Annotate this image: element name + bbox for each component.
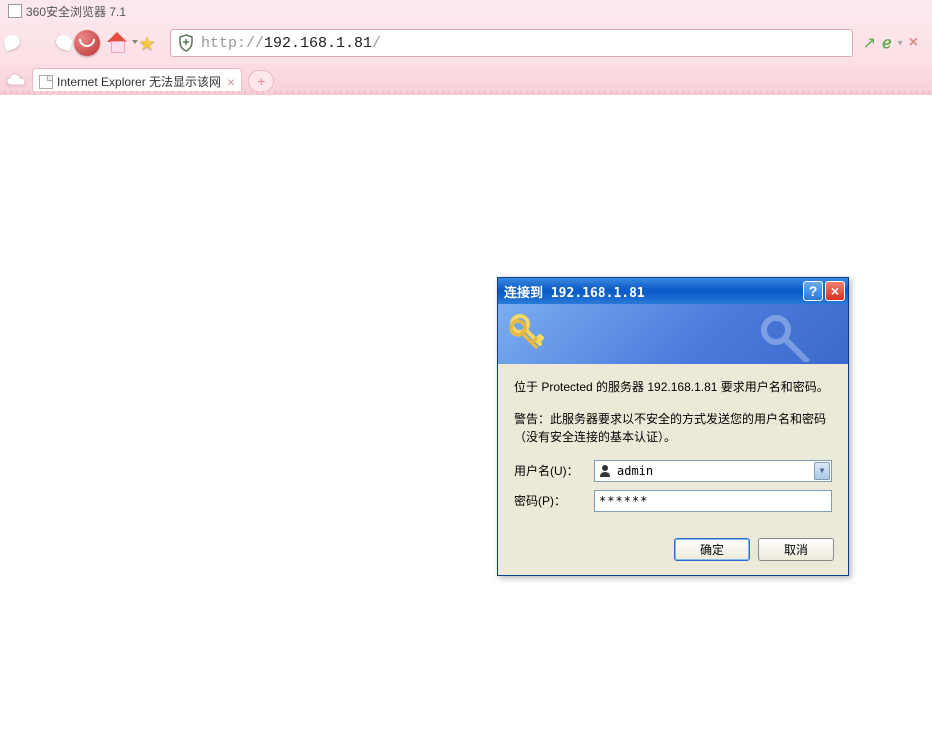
cancel-button[interactable]: 取消: [758, 538, 834, 561]
home-dropdown-icon[interactable]: [132, 40, 138, 44]
url-text[interactable]: http:// 192.168.1.81 /: [201, 35, 381, 52]
back-wing-icon[interactable]: [6, 31, 36, 55]
ok-button[interactable]: 确定: [674, 538, 750, 561]
engine-dropdown-icon[interactable]: ▾: [898, 38, 903, 49]
dialog-close-button[interactable]: ×: [825, 281, 845, 301]
forward-wing-icon[interactable]: [40, 31, 70, 55]
banner-bg-icon: [758, 312, 828, 364]
dialog-body: 位于 Protected 的服务器 192.168.1.81 要求用户名和密码。…: [498, 364, 848, 532]
stop-icon[interactable]: ×: [909, 34, 918, 52]
tab-title: Internet Explorer 无法显示该网: [57, 73, 221, 90]
new-tab-plus-icon: +: [257, 73, 265, 89]
tab-bar: Internet Explorer 无法显示该网 × +: [0, 64, 932, 94]
help-button[interactable]: ?: [803, 281, 823, 301]
person-icon: [597, 463, 613, 479]
browser-title-bar: 360安全浏览器 7.1: [0, 0, 932, 22]
username-label: 用户名(U)：: [514, 462, 594, 480]
new-tab-button[interactable]: +: [248, 70, 274, 92]
dialog-message-2: 警告：此服务器要求以不安全的方式发送您的用户名和密码（没有安全连接的基本认证）。: [514, 410, 832, 446]
combo-dropdown-icon[interactable]: ▼: [814, 462, 830, 480]
browser-engine-icon[interactable]: ℯ: [882, 33, 891, 53]
dialog-titlebar[interactable]: 连接到 192.168.1.81 ? ×: [498, 278, 848, 304]
username-value: admin: [617, 462, 653, 480]
page-icon: [39, 75, 53, 89]
dialog-message-1: 位于 Protected 的服务器 192.168.1.81 要求用户名和密码。: [514, 378, 832, 396]
home-icon[interactable]: [104, 30, 130, 56]
dialog-button-bar: 确定 取消: [498, 532, 848, 575]
dialog-title: 连接到 192.168.1.81: [504, 282, 801, 301]
address-bar[interactable]: http:// 192.168.1.81 /: [170, 29, 853, 57]
password-input[interactable]: [594, 490, 832, 512]
auth-dialog: 连接到 192.168.1.81 ? × 位于 Protected 的服务器 1…: [497, 277, 849, 576]
username-row: 用户名(U)： admin ▼: [514, 460, 832, 482]
app-icon: [8, 4, 22, 18]
tab-close-icon[interactable]: ×: [227, 74, 235, 90]
username-combobox[interactable]: admin ▼: [594, 460, 832, 482]
dialog-banner: [498, 304, 848, 364]
keys-icon: [508, 312, 552, 359]
browser-toolbar: ★ http:// 192.168.1.81 / ↗ ℯ ▾ ×: [0, 22, 932, 64]
record-icon[interactable]: [74, 30, 100, 56]
password-label: 密码(P)：: [514, 492, 594, 510]
share-icon[interactable]: ↗: [863, 33, 876, 53]
window-title: 360安全浏览器 7.1: [26, 3, 126, 20]
browser-chrome: 360安全浏览器 7.1 ★ http:// 192.168.1.81: [0, 0, 932, 95]
cloud-sync-icon[interactable]: [4, 68, 28, 92]
url-host: 192.168.1.81: [264, 35, 372, 52]
url-path: /: [372, 35, 381, 52]
toolbar-right-icons: ↗ ℯ ▾ ×: [863, 33, 926, 53]
security-shield-icon[interactable]: [175, 32, 197, 54]
url-protocol: http://: [201, 35, 264, 52]
password-row: 密码(P)：: [514, 490, 832, 512]
